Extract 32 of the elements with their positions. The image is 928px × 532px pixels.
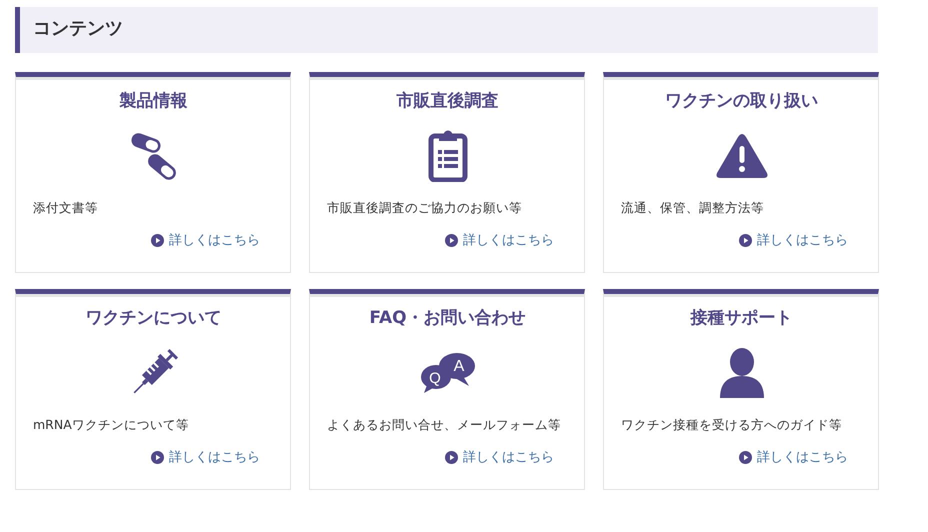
- chat-bubbles-icon: [420, 353, 474, 393]
- card-description: 添付文書等: [33, 199, 99, 217]
- play-icon: [151, 450, 164, 464]
- play-icon: [445, 234, 458, 246]
- person-icon: [720, 348, 764, 398]
- clipboard-icon: [428, 130, 468, 182]
- card-title: ワクチンについて: [84, 307, 222, 329]
- card-title: 製品情報: [118, 90, 188, 112]
- card-title: ワクチンの取り扱い: [664, 90, 819, 112]
- play-icon: [739, 450, 752, 464]
- details-link[interactable]: 詳しくはこちら: [151, 448, 260, 466]
- icon-letter: Q: [428, 370, 440, 387]
- play-icon: [151, 234, 164, 246]
- details-link[interactable]: 詳しくはこちら: [739, 448, 848, 466]
- card-description: mRNAワクチンについて等: [33, 416, 190, 434]
- warning-icon: [716, 133, 768, 179]
- card-description: ワクチン接種を受ける方へのガイド等: [621, 416, 843, 434]
- card-description: 流通、保管、調整方法等: [621, 199, 765, 217]
- card-description: 市販直後調査のご協力のお願い等: [327, 199, 523, 217]
- section-heading: コンテンツ: [15, 7, 878, 53]
- details-link[interactable]: 詳しくはこちら: [445, 231, 554, 249]
- play-icon: [445, 450, 458, 464]
- card-title: FAQ・お問い合わせ: [368, 307, 527, 329]
- play-icon: [739, 234, 752, 246]
- icon-letter: A: [453, 358, 464, 375]
- details-link[interactable]: 詳しくはこちら: [445, 448, 554, 466]
- card-description: よくあるお問い合せ、メールフォーム等: [327, 416, 562, 434]
- card-title: 接種サポート: [689, 307, 794, 329]
- details-link[interactable]: 詳しくはこちら: [739, 231, 848, 249]
- pills-icon: [128, 131, 178, 181]
- card-title: 市販直後調査: [396, 90, 500, 112]
- details-link[interactable]: 詳しくはこちら: [151, 231, 260, 249]
